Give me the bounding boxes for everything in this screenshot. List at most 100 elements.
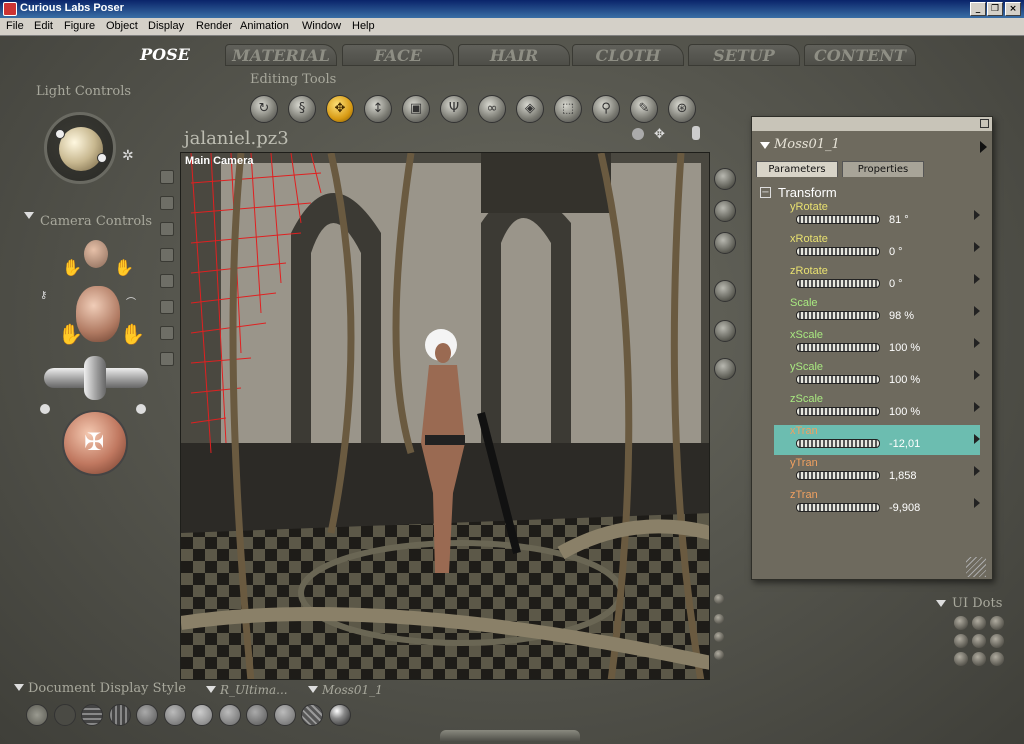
scale-tool-icon[interactable]: ▣: [402, 95, 430, 123]
rotate-left-hand-icon[interactable]: ✋: [58, 322, 83, 346]
param-dial[interactable]: [796, 311, 880, 320]
translate-tool-icon[interactable]: ✥: [326, 95, 354, 123]
light-handle-icon[interactable]: [55, 129, 65, 139]
menu-edit[interactable]: Edit: [34, 20, 53, 32]
param-dial-scale[interactable]: Scale 98 %: [774, 297, 980, 327]
viewport-control-button[interactable]: [714, 280, 736, 302]
camera-dot-icon[interactable]: [40, 404, 50, 414]
param-dial-xrotate[interactable]: xRotate 0 °: [774, 233, 980, 263]
menu-file[interactable]: File: [6, 20, 24, 32]
param-value[interactable]: 98 %: [889, 310, 914, 322]
menu-render[interactable]: Render: [196, 20, 232, 32]
param-dial[interactable]: [796, 503, 880, 512]
scale-camera-icon[interactable]: [692, 126, 700, 140]
param-menu-arrow-icon[interactable]: [974, 498, 980, 508]
param-dial[interactable]: [796, 247, 880, 256]
tab-content[interactable]: CONTENT: [804, 44, 916, 66]
face-camera-icon[interactable]: [84, 240, 108, 268]
viewport-dot-icon[interactable]: [714, 650, 724, 660]
ui-dot-button[interactable]: [954, 634, 968, 648]
param-menu-arrow-icon[interactable]: [974, 434, 980, 444]
viewport-control-button[interactable]: [714, 320, 736, 342]
param-value[interactable]: 100 %: [889, 342, 920, 354]
object-menu-icon[interactable]: [308, 686, 318, 693]
taper-tool-icon[interactable]: Ψ: [440, 95, 468, 123]
tab-hair[interactable]: HAIR: [458, 44, 570, 66]
restore-button[interactable]: ❐: [987, 2, 1003, 16]
grouping-tool-icon[interactable]: ⬚: [554, 95, 582, 123]
selected-figure-name[interactable]: Moss01_1: [774, 137, 840, 152]
param-dial[interactable]: [796, 439, 880, 448]
key-camera-icon[interactable]: ⚷: [40, 290, 47, 301]
tab-parameters[interactable]: Parameters: [756, 161, 838, 177]
viewport-control-button[interactable]: [714, 232, 736, 254]
viewport-control-button[interactable]: [714, 168, 736, 190]
translate-in-out-tool-icon[interactable]: ↕: [364, 95, 392, 123]
color-tool-icon[interactable]: ◈: [516, 95, 544, 123]
palette-header[interactable]: [752, 117, 992, 131]
trackball-icon[interactable]: [632, 128, 644, 140]
viewport-dot-icon[interactable]: [714, 594, 724, 604]
palette-close-icon[interactable]: [980, 119, 989, 128]
param-menu-arrow-icon[interactable]: [974, 274, 980, 284]
trackball-camera-control[interactable]: ✠: [62, 410, 128, 476]
animation-controls-handle[interactable]: [440, 730, 580, 742]
param-dial[interactable]: [796, 471, 880, 480]
param-menu-arrow-icon[interactable]: [974, 402, 980, 412]
param-dial[interactable]: [796, 407, 880, 416]
param-dial[interactable]: [796, 279, 880, 288]
param-value[interactable]: 100 %: [889, 406, 920, 418]
display-style-button[interactable]: [26, 704, 48, 726]
display-style-button[interactable]: [191, 704, 213, 726]
viewport-control-button[interactable]: [714, 358, 736, 380]
param-dial-zscale[interactable]: zScale 100 %: [774, 393, 980, 423]
right-hand-camera-icon[interactable]: ✋: [114, 258, 134, 277]
ui-dot-button[interactable]: [990, 652, 1004, 666]
tab-face[interactable]: FACE: [342, 44, 454, 66]
transform-collapse-icon[interactable]: −: [760, 187, 771, 198]
display-style-button[interactable]: [218, 704, 241, 726]
rotate-tool-icon[interactable]: ↻: [250, 95, 278, 123]
viewport-dot-icon[interactable]: [714, 614, 724, 624]
move-xy-icon[interactable]: ✥: [654, 127, 665, 142]
ui-dot-button[interactable]: [972, 616, 986, 630]
light-handle-icon[interactable]: [97, 153, 107, 163]
param-menu-arrow-icon[interactable]: [974, 242, 980, 252]
param-menu-arrow-icon[interactable]: [974, 338, 980, 348]
camera-swap-icon[interactable]: ⌒: [126, 294, 136, 309]
tab-properties[interactable]: Properties: [842, 161, 924, 177]
tab-pose[interactable]: POSE: [130, 44, 200, 66]
display-style-button[interactable]: [273, 704, 296, 726]
param-value[interactable]: 81 °: [889, 214, 909, 226]
viewport-dot-icon[interactable]: [714, 632, 724, 642]
tab-cloth[interactable]: CLOTH: [572, 44, 684, 66]
param-value[interactable]: 100 %: [889, 374, 920, 386]
menu-window[interactable]: Window: [302, 20, 341, 32]
param-menu-arrow-icon[interactable]: [974, 370, 980, 380]
param-dial[interactable]: [796, 343, 880, 352]
light-properties-icon[interactable]: ✲: [122, 148, 134, 164]
param-dial-ytran[interactable]: yTran 1,858: [774, 457, 980, 487]
param-menu-arrow-icon[interactable]: [974, 306, 980, 316]
menu-object[interactable]: Object: [106, 20, 138, 32]
ui-dots-collapse-icon[interactable]: [936, 600, 946, 607]
param-dial-yrotate[interactable]: yRotate 81 °: [774, 201, 980, 231]
display-style-button[interactable]: [301, 704, 323, 726]
left-hand-camera-icon[interactable]: ✋: [62, 258, 82, 277]
viewport-layout-button[interactable]: [160, 248, 174, 262]
param-value[interactable]: 0 °: [889, 246, 903, 258]
viewport-layout-button[interactable]: [160, 274, 174, 288]
display-style-button[interactable]: [53, 704, 76, 726]
ui-dot-button[interactable]: [972, 634, 986, 648]
viewport-layout-button[interactable]: [160, 352, 174, 366]
menu-figure[interactable]: Figure: [64, 20, 95, 32]
display-style-button[interactable]: [246, 704, 268, 726]
direct-manipulation-tool-icon[interactable]: ⊛: [668, 95, 696, 123]
menu-display[interactable]: Display: [148, 20, 184, 32]
param-value[interactable]: 0 °: [889, 278, 903, 290]
rotate-right-hand-icon[interactable]: ✋: [120, 322, 145, 346]
palette-options-arrow-icon[interactable]: [980, 141, 987, 153]
param-dial-xtran[interactable]: xTran -12,01: [774, 425, 980, 455]
doc-style-collapse-icon[interactable]: [14, 684, 24, 691]
light-controls-dial[interactable]: [44, 112, 116, 184]
